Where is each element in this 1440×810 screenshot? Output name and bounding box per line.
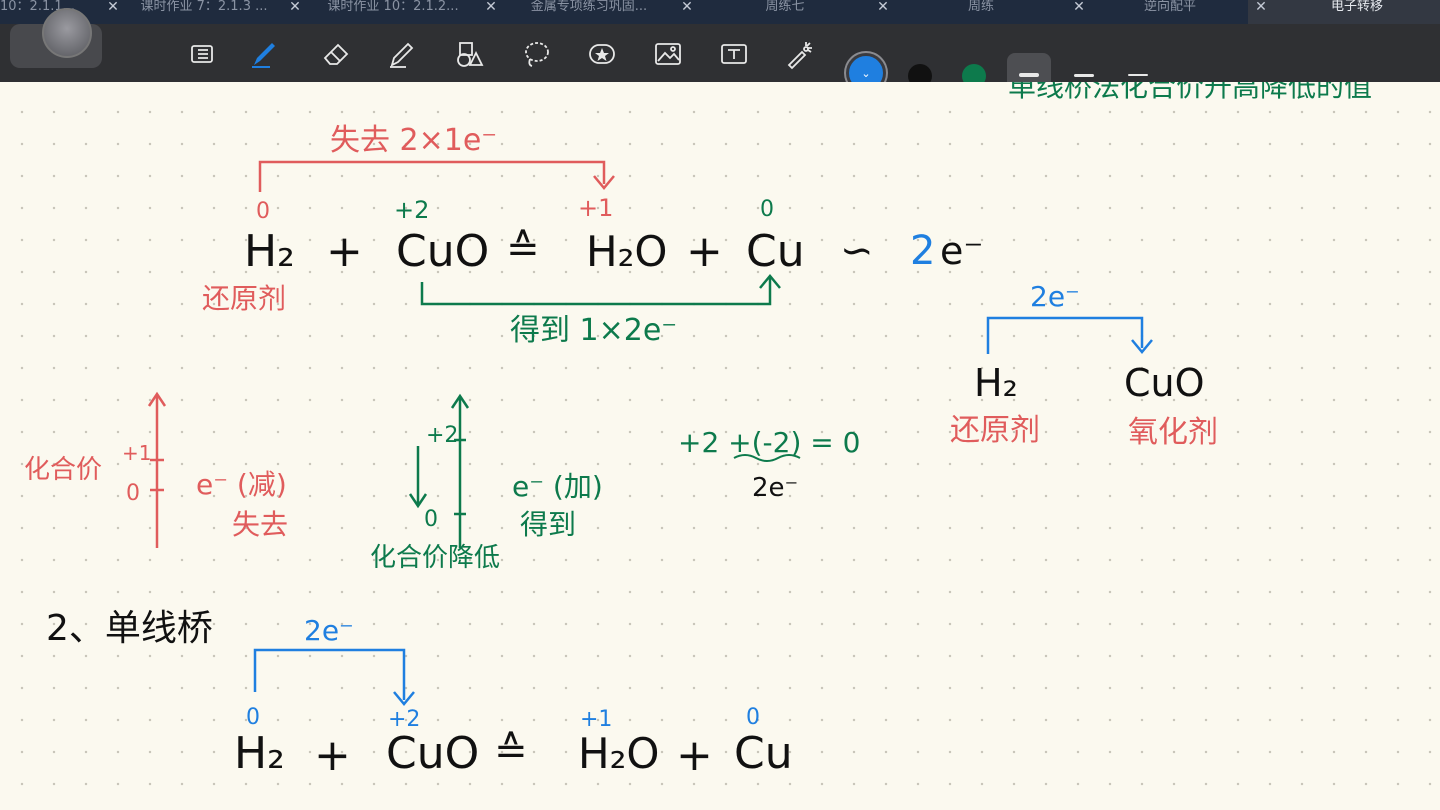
plus-sign: + xyxy=(676,730,713,781)
reducer-label: 还原剂 xyxy=(950,413,1040,448)
electron-increase-label: e⁻ (加) xyxy=(512,470,603,503)
tick-zero: 0 xyxy=(424,507,438,532)
image-icon[interactable] xyxy=(650,36,686,72)
floating-handle[interactable] xyxy=(10,8,102,68)
valence-label: 化合价 xyxy=(24,455,102,485)
tab-label: 10：2.1.1... xyxy=(0,0,76,14)
formula-cu: Cu xyxy=(734,728,793,779)
lost-label: 失去 xyxy=(232,508,288,541)
handwriting-layer: 单线桥法化合价升高降低的值 失去 2×1e⁻ 0 +2 +1 0 H₂ + Cu… xyxy=(24,82,1372,781)
tab-4[interactable]: ✕ 金属专项练习巩固... xyxy=(478,0,674,24)
tab-2[interactable]: ✕ 课时作业 7：2.1.3 ... xyxy=(100,0,282,24)
plus-sign: + xyxy=(314,730,351,781)
chevron-down-icon: ⌄ xyxy=(861,66,871,80)
gained-bracket xyxy=(420,278,772,306)
lasso-icon[interactable] xyxy=(518,36,554,72)
ox-state-h2: 0 xyxy=(246,705,260,730)
top-right-note: 单线桥法化合价升高降低的值 xyxy=(1008,82,1372,103)
sticker-icon[interactable] xyxy=(584,36,620,72)
page-layout-icon[interactable] xyxy=(184,36,220,72)
formula-h2: H₂ xyxy=(974,361,1018,405)
transfer-bracket xyxy=(986,316,1144,354)
laser-pointer-icon[interactable] xyxy=(782,36,818,72)
formula-h2: H₂ xyxy=(244,226,295,277)
formula-cuo: CuO xyxy=(1124,361,1205,405)
tab-label: 逆向配平 xyxy=(1143,0,1196,14)
highlighter-icon[interactable] xyxy=(384,36,420,72)
tab-label: 周练七 xyxy=(765,0,805,14)
tab-6[interactable]: ✕ 周练 xyxy=(870,0,1066,24)
close-icon[interactable]: ✕ xyxy=(478,0,504,14)
formula-cuo: CuO xyxy=(386,728,479,779)
tab-3[interactable]: ✕ 课时作业 10：2.1.2... xyxy=(282,0,478,24)
equation-1: 失去 2×1e⁻ 0 +2 +1 0 H₂ + CuO ≙ H₂O + Cu ∽… xyxy=(202,123,983,348)
tab-5[interactable]: ✕ 周练七 xyxy=(674,0,870,24)
eraser-icon[interactable] xyxy=(318,36,354,72)
tick-zero: 0 xyxy=(126,481,140,506)
ox-state-cu: 0 xyxy=(760,197,774,222)
formula-h2: H₂ xyxy=(234,728,285,779)
section-2-title: 2、单线桥 xyxy=(46,608,213,649)
tab-label: 电子转移 xyxy=(1330,0,1383,14)
tab-8-active[interactable]: ✕ 电子转移 xyxy=(1248,0,1440,24)
reaction-arrow: ≙ xyxy=(506,226,540,272)
single-bridge-diagram: 2e⁻ H₂ CuO 还原剂 氧化剂 xyxy=(950,280,1218,450)
gained-electrons-label: 得到 1×2e⁻ xyxy=(510,313,677,348)
tab-label: 金属专项练习巩固... xyxy=(530,0,648,14)
transfer-bracket xyxy=(253,648,406,700)
ox-state-h2: 0 xyxy=(256,199,270,224)
calc-line-1: +2 +(-2) = 0 xyxy=(678,426,860,459)
calc-line-2: 2e⁻ xyxy=(752,473,798,503)
left-valence-axis: 化合价 +1 0 e⁻ (减) 失去 xyxy=(24,391,288,548)
close-icon[interactable]: ✕ xyxy=(100,0,126,14)
lost-electrons-label: 失去 2×1e⁻ xyxy=(330,123,497,158)
close-icon[interactable]: ✕ xyxy=(282,0,308,14)
reaction-arrow: ≙ xyxy=(494,728,528,774)
formula-h2o: H₂O xyxy=(586,227,667,276)
oxidizer-label: 氧化剂 xyxy=(1128,415,1218,450)
close-icon[interactable]: ✕ xyxy=(1248,0,1274,14)
tab-label: 课时作业 10：2.1.2... xyxy=(327,0,459,14)
pen-icon[interactable] xyxy=(246,36,282,72)
close-icon[interactable]: ✕ xyxy=(674,0,700,14)
tick-plus1: +1 xyxy=(122,441,151,465)
transferred-electrons-label: 2e⁻ xyxy=(1030,280,1080,313)
tilde-sign: ∽ xyxy=(840,228,874,274)
middle-valence-axis: +2 0 e⁻ (加) 得到 化合价降低 xyxy=(370,393,603,573)
ox-state-cu: 0 xyxy=(746,705,760,730)
close-icon[interactable]: ✕ xyxy=(870,0,896,14)
tab-bar: 10：2.1.1... ✕ 课时作业 7：2.1.3 ... ✕ 课时作业 10… xyxy=(0,0,1440,24)
section-2: 2、单线桥 2e⁻ 0 +2 +1 0 H₂ + CuO ≙ H₂O + Cu xyxy=(46,608,793,781)
valence-decrease-label: 化合价降低 xyxy=(370,543,500,573)
coefficient-2: 2 xyxy=(910,228,935,274)
tab-label: 周练 xyxy=(967,0,994,14)
plus-sign: + xyxy=(686,226,723,277)
transferred-electrons-label: 2e⁻ xyxy=(304,614,354,647)
electron-symbol: e⁻ xyxy=(940,229,983,273)
tab-7[interactable]: ✕ 逆向配平 xyxy=(1066,0,1248,24)
gained-label: 得到 xyxy=(520,508,576,541)
ox-state-h2o: +1 xyxy=(578,194,613,222)
close-icon[interactable]: ✕ xyxy=(1066,0,1092,14)
text-icon[interactable] xyxy=(716,36,752,72)
formula-cu: Cu xyxy=(746,226,805,277)
ox-state-cuo: +2 xyxy=(394,196,429,224)
drawing-toolbar: ⌄ xyxy=(0,8,1440,97)
tick-plus2: +2 xyxy=(426,423,458,448)
plus-sign: + xyxy=(326,226,363,277)
note-canvas[interactable]: 单线桥法化合价升高降低的值 失去 2×1e⁻ 0 +2 +1 0 H₂ + Cu… xyxy=(0,82,1440,810)
calculation: +2 +(-2) = 0 2e⁻ xyxy=(678,426,860,503)
reducer-label: 还原剂 xyxy=(202,282,286,315)
formula-cuo: CuO xyxy=(396,226,489,277)
formula-h2o: H₂O xyxy=(578,729,659,778)
electron-decrease-label: e⁻ (减) xyxy=(196,468,287,501)
shapes-icon[interactable] xyxy=(450,36,486,72)
tab-label: 课时作业 7：2.1.3 ... xyxy=(140,0,268,14)
lost-bracket xyxy=(258,160,606,192)
